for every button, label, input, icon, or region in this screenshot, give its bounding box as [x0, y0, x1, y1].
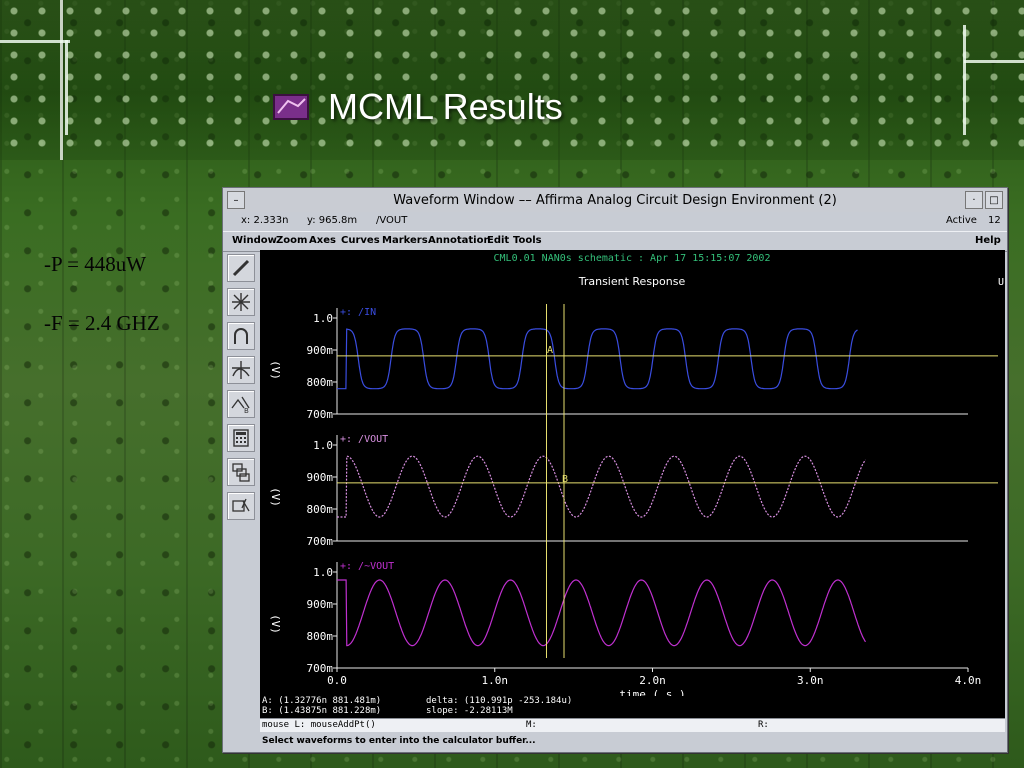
- waveform-trace: [337, 579, 866, 647]
- slide-title-area: MCML Results: [272, 84, 563, 130]
- mouse-middle-binding: M:: [526, 720, 537, 730]
- zoom-tool-button[interactable]: [227, 288, 255, 316]
- x-tick-label: 4.0n: [955, 674, 982, 687]
- active-count: 12: [988, 215, 1001, 226]
- menu-bar: Window Zoom Axes Curves Markers Annotati…: [223, 231, 1007, 252]
- pencil-tool-button[interactable]: [227, 254, 255, 282]
- calculator-icon: [233, 429, 249, 447]
- ruler-icon: [232, 498, 250, 512]
- mouse-binding-line: mouse L: mouseAddPt() M: R:: [260, 718, 1005, 732]
- x-tick-label: 0.0: [327, 674, 347, 687]
- crossing-tool-button[interactable]: [227, 356, 255, 384]
- svg-text:B: B: [244, 407, 249, 414]
- y-tick-label: 1.0: [313, 566, 333, 579]
- simulation-header: CML0.01 NAN0s schematic : Apr 17 15:15:0…: [494, 253, 771, 264]
- cursor-b-icon: B: [231, 396, 250, 414]
- zoom-burst-icon: [232, 293, 250, 311]
- y-tick-label: 900m: [307, 344, 334, 357]
- window-title: Waveform Window –– Affirma Analog Circui…: [393, 192, 837, 208]
- curve-tool-button[interactable]: [227, 322, 255, 350]
- pcb-trace: [0, 40, 70, 43]
- chip-icon: [273, 94, 309, 120]
- menu-curves[interactable]: Curves: [341, 235, 380, 246]
- menu-edit[interactable]: Edit: [487, 235, 509, 246]
- x-tick-label: 3.0n: [797, 674, 824, 687]
- waveform-trace: [337, 328, 858, 390]
- prompt-text: Select waveforms to enter into the calcu…: [262, 736, 536, 746]
- delta-readout: delta: (110.991p -253.184u): [426, 696, 573, 706]
- bullet-frequency: -F = 2.4 GHZ: [44, 311, 160, 335]
- marker-a-readout: A: (1.32776n 881.481m): [262, 696, 382, 706]
- active-label: Active: [946, 215, 977, 226]
- menu-markers[interactable]: Markers: [382, 235, 428, 246]
- y-axis-label: (V): [269, 360, 282, 380]
- window-menu-button[interactable]: –: [227, 191, 245, 209]
- ruler-tool-button[interactable]: [227, 492, 255, 520]
- slope-readout: slope: -2.28113M: [426, 706, 513, 716]
- menu-zoom[interactable]: Zoom: [276, 235, 307, 246]
- stack-tool-button[interactable]: [227, 458, 255, 486]
- series-label: +: /~VOUT: [340, 561, 394, 572]
- waveform-chart[interactable]: CML0.01 NAN0s schematic : Apr 17 15:15:0…: [260, 250, 1005, 696]
- calculator-tool-button[interactable]: [227, 424, 255, 452]
- marker-b-label: B: [562, 474, 568, 485]
- y-axis-label: (V): [269, 487, 282, 507]
- menu-axes[interactable]: Axes: [309, 235, 336, 246]
- slide-title: MCML Results: [328, 86, 563, 127]
- mouse-left-binding: mouse L: mouseAddPt(): [262, 720, 376, 730]
- tool-palette: B: [227, 254, 257, 520]
- circuit-board-banner: [0, 0, 1024, 160]
- pencil-icon: [232, 259, 250, 277]
- marker-b-readout: B: (1.43875n 881.228m): [262, 706, 382, 716]
- y-tick-label: 800m: [307, 503, 334, 516]
- x-readout: x: 2.333n: [241, 215, 289, 226]
- menu-window[interactable]: Window: [232, 235, 277, 246]
- selected-signal: /VOUT: [376, 215, 408, 226]
- y-axis-label: (V): [269, 614, 282, 634]
- waveform-window: – Waveform Window –– Affirma Analog Circ…: [222, 187, 1008, 753]
- y-tick-label: 900m: [307, 471, 334, 484]
- y-tick-label: 1.0: [313, 312, 333, 325]
- pcb-trace: [963, 25, 966, 135]
- minimize-button[interactable]: ·: [965, 191, 983, 209]
- coordinate-status-bar: x: 2.333n y: 965.8m /VOUT Active 12: [223, 212, 1007, 230]
- maximize-button[interactable]: □: [985, 191, 1003, 209]
- crossing-icon: [232, 361, 250, 379]
- waveform-panel: 1.0900m800m700m(V)+: /~VOUT: [269, 561, 968, 675]
- marker-a-label: A: [547, 345, 553, 356]
- y-readout: y: 965.8m: [307, 215, 358, 226]
- series-label: +: /IN: [340, 307, 376, 318]
- y-tick-label: 1.0: [313, 439, 333, 452]
- marker-b-tool-button[interactable]: B: [227, 390, 255, 418]
- marker-readout: A: (1.32776n 881.481m) B: (1.43875n 881.…: [260, 696, 1005, 718]
- pcb-trace: [65, 40, 68, 135]
- waveform-panel: 1.0 900m 800m 700m (V) +: /IN: [269, 307, 968, 421]
- waveform-trace: [337, 455, 866, 518]
- prompt-line: Select waveforms to enter into the calcu…: [260, 733, 1005, 749]
- stack-icon: [232, 463, 250, 482]
- curve-icon: [234, 328, 248, 344]
- menu-help[interactable]: Help: [975, 235, 1001, 246]
- y-tick-label: 700m: [307, 535, 334, 548]
- series-label: +: /VOUT: [340, 434, 388, 445]
- pcb-trace: [964, 60, 1024, 63]
- x-tick-label: 2.0n: [639, 674, 666, 687]
- waveform-panel: 1.0 900m 800m 700m (V) +: /VOUT: [269, 434, 968, 548]
- menu-tools[interactable]: Tools: [513, 235, 542, 246]
- window-titlebar[interactable]: – Waveform Window –– Affirma Analog Circ…: [223, 188, 1007, 213]
- bullet-power: -P = 448uW: [44, 252, 147, 276]
- y-tick-label: 700m: [307, 408, 334, 421]
- menu-annotation[interactable]: Annotation: [428, 235, 491, 246]
- x-axis-label: time ( s ): [619, 688, 685, 696]
- plot-title: Transient Response: [578, 275, 686, 288]
- waveform-plot-area[interactable]: CML0.01 NAN0s schematic : Apr 17 15:15:0…: [260, 250, 1005, 717]
- corner-marker: U: [998, 277, 1004, 288]
- x-tick-label: 1.0n: [482, 674, 509, 687]
- y-tick-label: 800m: [307, 630, 334, 643]
- y-tick-label: 900m: [307, 598, 334, 611]
- y-tick-label: 800m: [307, 376, 334, 389]
- mouse-right-binding: R:: [758, 720, 769, 730]
